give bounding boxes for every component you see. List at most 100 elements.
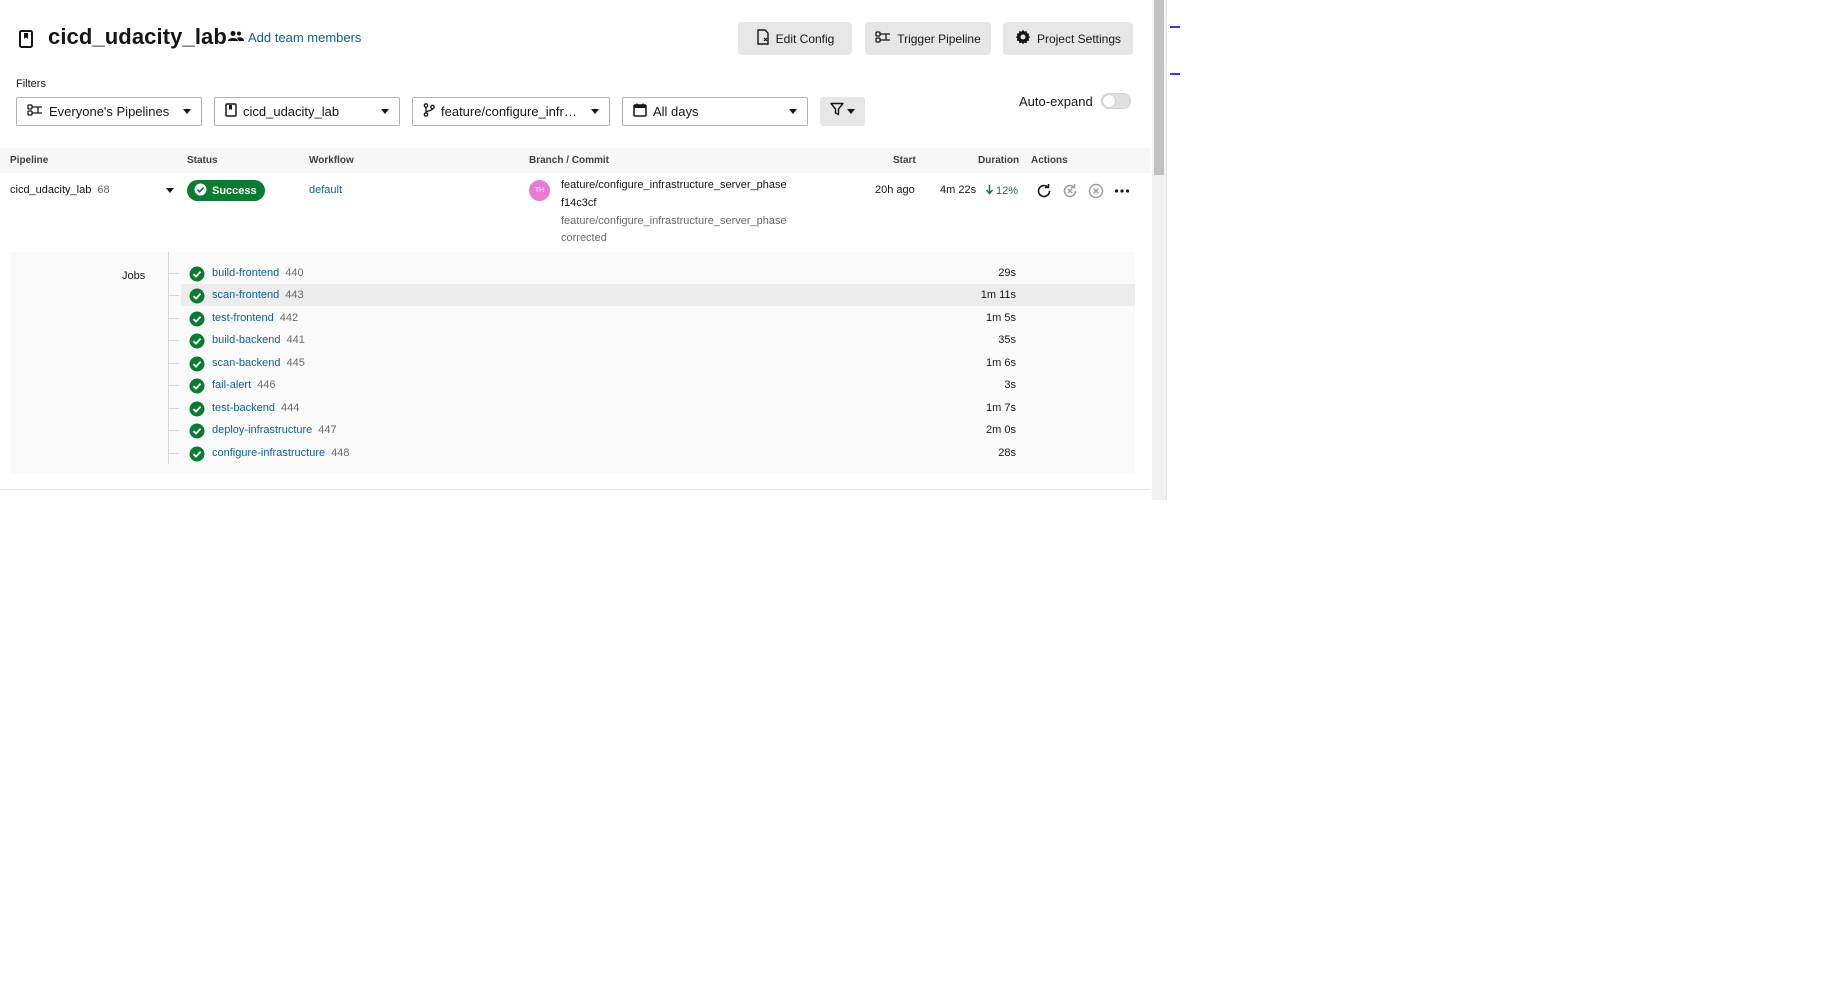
job-number: 448: [331, 447, 350, 459]
job-duration: 1m 6s: [986, 357, 1016, 369]
success-check-icon: [189, 288, 205, 304]
job-row[interactable]: scan-frontend 443 1m 11s: [169, 284, 1135, 306]
job-link[interactable]: build-backend 441: [212, 334, 305, 346]
job-link[interactable]: test-frontend 442: [212, 312, 298, 324]
divider: [0, 489, 1150, 490]
frame-divider: [1166, 0, 1167, 500]
tree-connector: [169, 340, 179, 341]
job-row[interactable]: configure-infrastructure 448 28s: [169, 442, 1135, 464]
job-link[interactable]: scan-frontend 443: [212, 289, 304, 301]
jobs-tree-line: [168, 252, 169, 464]
job-name: build-backend: [212, 334, 281, 346]
success-check-icon: [189, 311, 205, 327]
job-row[interactable]: deploy-infrastructure 447 2m 0s: [169, 419, 1135, 441]
job-row[interactable]: build-backend 441 35s: [169, 329, 1135, 351]
auto-expand-label: Auto-expand: [1019, 94, 1093, 109]
job-link[interactable]: scan-backend 445: [212, 357, 305, 369]
job-link[interactable]: configure-infrastructure 448: [212, 447, 349, 459]
job-duration: 35s: [998, 334, 1016, 346]
job-name: build-frontend: [212, 267, 280, 279]
tree-connector: [169, 363, 179, 364]
rerun-icon[interactable]: [1035, 182, 1053, 200]
more-options-icon[interactable]: [1113, 182, 1131, 200]
job-link[interactable]: fail-alert 446: [212, 379, 275, 391]
vertical-scrollbar[interactable]: [1152, 0, 1166, 500]
tree-connector: [169, 430, 179, 431]
job-name: scan-frontend: [212, 289, 280, 301]
success-check-icon: [189, 356, 205, 372]
caret-down-icon: [381, 109, 389, 114]
job-link[interactable]: build-frontend 440: [212, 267, 304, 279]
edit-config-label: Edit Config: [775, 31, 835, 46]
job-duration: 1m 11s: [980, 289, 1016, 301]
tree-connector: [169, 318, 179, 319]
commit-hash[interactable]: f14c3cf: [561, 197, 596, 209]
column-header-branch-commit: Branch / Commit: [529, 155, 610, 166]
tree-connector: [169, 453, 179, 454]
project-icon: [225, 103, 237, 120]
more-filters-button[interactable]: [820, 97, 865, 126]
success-check-icon: [189, 446, 205, 462]
job-row[interactable]: test-backend 444 1m 7s: [169, 397, 1135, 419]
cancel-icon[interactable]: [1087, 182, 1105, 200]
job-name: scan-backend: [212, 357, 281, 369]
job-number: 445: [286, 357, 305, 369]
duration: 4m 22s: [940, 184, 977, 196]
branch-icon: [423, 103, 435, 120]
trigger-pipeline-label: Trigger Pipeline: [897, 31, 981, 46]
column-header-workflow: Workflow: [309, 155, 354, 166]
workflow-link[interactable]: default: [309, 184, 342, 196]
edit-config-button[interactable]: Edit Config: [738, 22, 852, 55]
project-select[interactable]: cicd_udacity_lab: [214, 97, 400, 126]
job-row[interactable]: fail-alert 446 3s: [169, 374, 1135, 396]
gear-icon: [1015, 29, 1031, 48]
project-settings-button[interactable]: Project Settings: [1003, 22, 1133, 55]
job-row[interactable]: build-frontend 440 29s: [169, 262, 1135, 284]
expand-caret-icon[interactable]: [166, 188, 174, 193]
success-check-icon: [189, 423, 205, 439]
success-check-icon: [189, 401, 205, 417]
job-duration: 1m 7s: [986, 402, 1016, 414]
status-badge-label: Success: [212, 184, 257, 197]
pipeline-name-text: cicd_udacity_lab: [10, 184, 92, 196]
success-check-icon: [189, 333, 205, 349]
job-name: fail-alert: [212, 379, 252, 391]
column-header-actions: Actions: [1031, 155, 1068, 166]
job-link[interactable]: test-backend 444: [212, 402, 299, 414]
job-number: 442: [279, 312, 299, 324]
table-header: Pipeline Status Workflow Branch / Commit…: [0, 148, 1150, 173]
branch-name[interactable]: feature/configure_infrastructure_server_…: [561, 179, 787, 191]
status-badge[interactable]: Success: [187, 180, 265, 201]
job-duration: 1m 5s: [986, 312, 1016, 324]
pipeline-number: 68: [97, 184, 110, 196]
rerun-failed-icon[interactable]: [1061, 182, 1079, 200]
job-row[interactable]: test-frontend 442 1m 5s: [169, 307, 1135, 329]
filter-icon: [830, 102, 844, 121]
pipelines-owner-select[interactable]: Everyone's Pipelines: [16, 97, 202, 126]
pipeline-name[interactable]: cicd_udacity_lab 68: [10, 184, 110, 196]
avatar: TH: [529, 180, 550, 201]
page-title: cicd_udacity_lab: [48, 24, 227, 49]
job-name: test-frontend: [212, 312, 274, 324]
project-header: cicd_udacity_lab Add team members Edit C…: [0, 0, 1150, 76]
branch-select[interactable]: feature/configure_infr…: [412, 97, 610, 126]
auto-expand-toggle[interactable]: [1101, 93, 1131, 109]
commit-message-line-2: corrected: [561, 232, 607, 244]
job-number: 444: [280, 402, 300, 414]
add-team-members-link[interactable]: Add team members: [228, 30, 361, 45]
job-row[interactable]: scan-backend 445 1m 6s: [169, 352, 1135, 374]
add-team-members-label: Add team members: [248, 30, 362, 45]
job-number: 447: [318, 424, 337, 436]
pipeline-row: cicd_udacity_lab 68 Success default TH fe…: [0, 175, 1150, 250]
column-header-start: Start: [893, 155, 916, 166]
people-icon: [228, 30, 244, 45]
job-link[interactable]: deploy-infrastructure 447: [212, 424, 337, 436]
calendar-icon: [633, 103, 647, 120]
trigger-pipeline-button[interactable]: Trigger Pipeline: [865, 22, 991, 55]
jobs-label: Jobs: [122, 270, 146, 282]
job-name: configure-infrastructure: [212, 447, 326, 459]
check-circle-icon: [194, 183, 207, 199]
date-range-select[interactable]: All days: [622, 97, 808, 126]
scrollbar-thumb[interactable]: [1154, 0, 1164, 175]
branch-value: feature/configure_infr…: [441, 104, 577, 119]
